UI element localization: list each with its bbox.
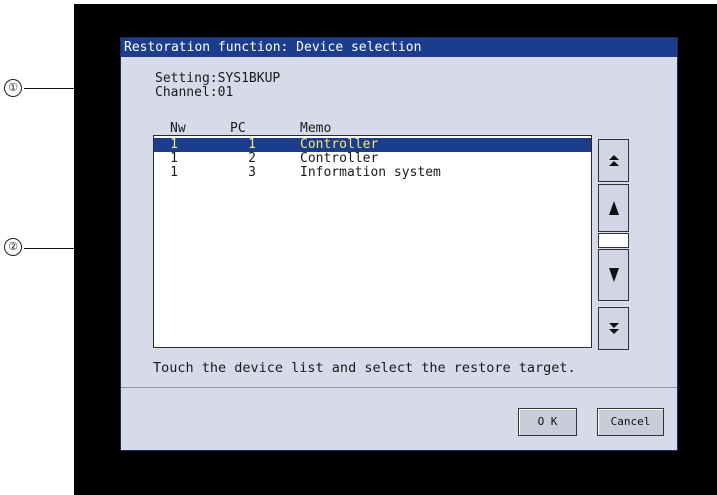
- instruction-text: Touch the device list and select the res…: [153, 360, 576, 376]
- list-item-nw: 1: [170, 137, 178, 152]
- device-list[interactable]: 1 1 Controller 1 2 Controller 1 3 Inform…: [153, 135, 592, 348]
- list-item-memo: Controller: [300, 137, 379, 152]
- scroll-bottom-button[interactable]: [598, 307, 629, 350]
- cancel-button[interactable]: Cancel: [597, 408, 664, 436]
- callout-1-label: ①: [4, 79, 22, 97]
- double-up-arrow-icon: [608, 154, 619, 166]
- list-item[interactable]: 1 1 Controller: [154, 138, 591, 152]
- list-item[interactable]: 1 2 Controller: [154, 152, 591, 166]
- down-arrow-icon: [608, 268, 619, 282]
- ok-button[interactable]: O K: [518, 408, 577, 436]
- list-item-pc: 2: [248, 151, 256, 166]
- list-item-memo: Information system: [300, 165, 441, 180]
- channel-label: Channel:01: [155, 85, 234, 100]
- callout-2-label: ②: [4, 238, 22, 256]
- footer-divider: [121, 387, 677, 388]
- column-header-memo: Memo: [300, 121, 332, 136]
- list-item-pc: 1: [248, 137, 256, 152]
- scroll-top-button[interactable]: [598, 139, 629, 182]
- scroll-track[interactable]: [598, 233, 629, 248]
- setting-label: Setting:SYS1BKUP: [155, 71, 281, 86]
- scroll-up-button[interactable]: [598, 184, 629, 232]
- column-header-pc: PC: [230, 121, 246, 136]
- list-item-nw: 1: [170, 151, 178, 166]
- list-item-pc: 3: [248, 165, 256, 180]
- up-arrow-icon: [608, 201, 619, 215]
- list-item-nw: 1: [170, 165, 178, 180]
- restoration-dialog: Restoration function: Device selection S…: [120, 37, 678, 451]
- column-header-nw: Nw: [170, 121, 186, 136]
- list-item-memo: Controller: [300, 151, 379, 166]
- dialog-title: Restoration function: Device selection: [121, 38, 677, 57]
- double-down-arrow-icon: [608, 322, 619, 334]
- list-item[interactable]: 1 3 Information system: [154, 166, 591, 180]
- scroll-down-button[interactable]: [598, 249, 629, 301]
